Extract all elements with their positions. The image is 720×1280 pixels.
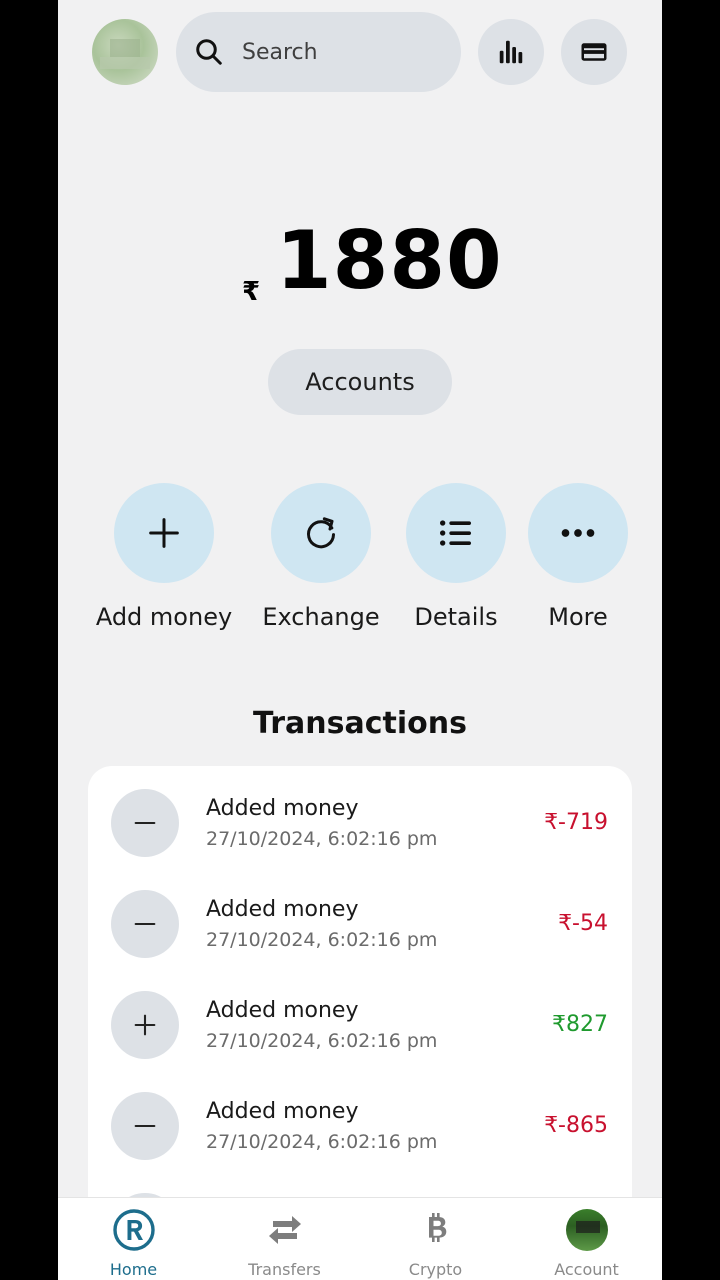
stats-button[interactable] — [478, 19, 544, 85]
list-icon — [440, 520, 471, 546]
nav-home[interactable]: Home — [58, 1198, 209, 1280]
more-action[interactable]: More — [528, 483, 628, 631]
exchange-button[interactable] — [271, 483, 371, 583]
registered-r-icon — [112, 1209, 155, 1251]
more-label: More — [548, 603, 608, 631]
transaction-date: 27/10/2024, 6:02:16 pm — [206, 1030, 438, 1052]
transaction-row[interactable]: Added money 27/10/2024, 6:02:16 pm ₹-865 — [88, 1069, 632, 1169]
refresh-icon — [307, 517, 335, 549]
minus-icon — [134, 922, 156, 926]
plus-icon — [149, 518, 179, 548]
transaction-date: 27/10/2024, 6:02:16 pm — [206, 929, 438, 951]
account-avatar-icon — [565, 1209, 608, 1251]
bottom-nav: Home Transfers Crypto Account — [58, 1197, 662, 1280]
plus-icon — [134, 1014, 156, 1036]
transaction-name: Added money — [206, 998, 359, 1023]
details-button[interactable] — [406, 483, 506, 583]
add-money-button[interactable] — [114, 483, 214, 583]
search-bar[interactable]: Search — [176, 12, 461, 92]
add-money-label: Add money — [95, 603, 233, 631]
bar-chart-icon — [499, 40, 523, 64]
transaction-amount: ₹-54 — [558, 911, 608, 936]
transaction-icon — [111, 991, 179, 1059]
app-screen: Search ₹ 1880 Accounts Add money Exchang… — [58, 0, 662, 1280]
bitcoin-icon — [428, 1213, 446, 1242]
search-icon — [196, 39, 222, 65]
transaction-name: Added money — [206, 897, 359, 922]
transaction-row[interactable]: Added money 27/10/2024, 6:02:16 pm ₹827 — [88, 968, 632, 1068]
transfer-arrows-icon — [268, 1216, 301, 1244]
minus-icon — [134, 821, 156, 825]
add-money-action[interactable]: Add money — [92, 483, 236, 631]
card-icon — [581, 43, 607, 61]
nav-crypto[interactable]: Crypto — [360, 1198, 511, 1280]
balance-display: ₹ 1880 — [58, 215, 662, 315]
exchange-label: Exchange — [262, 603, 380, 631]
exchange-action[interactable]: Exchange — [254, 483, 388, 631]
accounts-button[interactable]: Accounts — [268, 349, 452, 415]
nav-transfers[interactable]: Transfers — [209, 1198, 360, 1280]
nav-account[interactable]: Account — [511, 1198, 662, 1280]
transaction-name: Added money — [206, 796, 359, 821]
nav-crypto-label: Crypto — [408, 1260, 463, 1279]
more-dots-icon — [561, 529, 595, 537]
transaction-date: 27/10/2024, 6:02:16 pm — [206, 828, 438, 850]
nav-home-label: Home — [109, 1260, 158, 1279]
transaction-amount: ₹-865 — [544, 1113, 608, 1138]
search-placeholder: Search — [242, 39, 318, 65]
transactions-list: Added money 27/10/2024, 6:02:16 pm ₹-719… — [88, 766, 632, 1226]
currency-symbol: ₹ — [242, 277, 261, 307]
transaction-date: 27/10/2024, 6:02:16 pm — [206, 1131, 438, 1153]
nav-transfers-label: Transfers — [248, 1260, 321, 1279]
transaction-amount: ₹827 — [552, 1012, 608, 1037]
cards-button[interactable] — [561, 19, 627, 85]
balance-amount: 1880 — [276, 214, 503, 307]
transaction-icon — [111, 890, 179, 958]
more-button[interactable] — [528, 483, 628, 583]
profile-avatar[interactable] — [92, 19, 158, 85]
transaction-name: Added money — [206, 1099, 359, 1124]
transaction-row[interactable]: Added money 27/10/2024, 6:02:16 pm ₹-719 — [88, 766, 632, 866]
transaction-icon — [111, 789, 179, 857]
details-label: Details — [414, 603, 498, 631]
details-action[interactable]: Details — [402, 483, 510, 631]
transaction-icon — [111, 1092, 179, 1160]
transactions-title: Transactions — [253, 706, 467, 741]
minus-icon — [134, 1124, 156, 1128]
transaction-amount: ₹-719 — [544, 810, 608, 835]
transaction-row[interactable]: Added money 27/10/2024, 6:02:16 pm ₹-54 — [88, 867, 632, 967]
nav-account-label: Account — [554, 1260, 619, 1279]
